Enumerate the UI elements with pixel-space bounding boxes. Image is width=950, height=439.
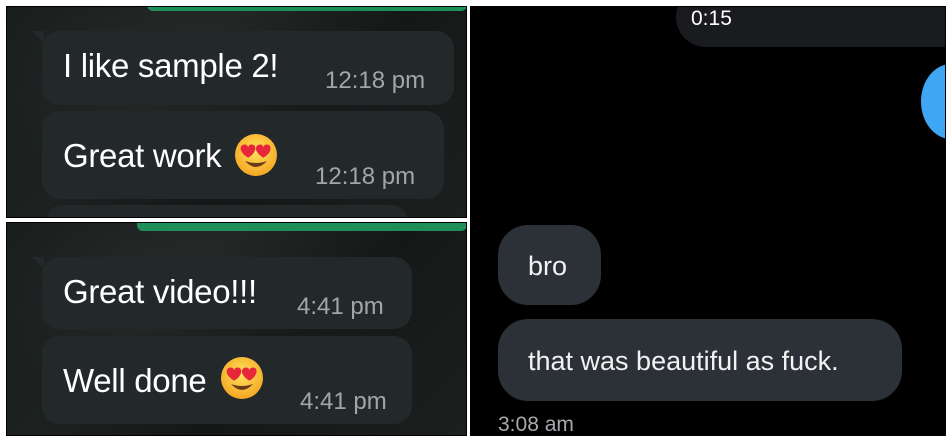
message-text: Well done (63, 362, 207, 399)
chat-panel-right: 0:15 bro that was beautiful as fuck. 3:0… (470, 6, 946, 436)
message-text: Great video!!! (63, 273, 257, 310)
message-bubble[interactable]: Great work 12:18 pm (42, 111, 444, 199)
message-time: 4:41 pm (297, 293, 384, 320)
avatar[interactable] (921, 64, 945, 139)
message-time: 3:08 am (498, 413, 574, 436)
message-time: 12:18 pm (325, 67, 426, 94)
heart-eyes-emoji-icon (221, 357, 263, 399)
chat-panel-top-left: I like sample 2! 12:18 pm Great work 12:… (6, 6, 467, 218)
heart-eyes-emoji-icon (235, 134, 277, 176)
message-bubble-partial (47, 205, 407, 217)
message-time: 12:18 pm (315, 163, 416, 190)
message-text: bro (528, 251, 568, 281)
outgoing-bubble-edge (147, 7, 466, 11)
message-text: Great work (63, 137, 222, 174)
message-bubble[interactable]: Well done 4:41 pm (42, 336, 412, 424)
message-text: I like sample 2! (63, 47, 279, 84)
message-bubble[interactable]: that was beautiful as fuck. (498, 319, 902, 401)
chat-panel-bottom-left: Great video!!! 4:41 pm Well done 4:41 pm (6, 222, 467, 436)
message-bubble[interactable]: Great video!!! 4:41 pm (32, 257, 412, 329)
voice-message-duration: 0:15 (691, 7, 732, 30)
message-bubble[interactable]: I like sample 2! 12:18 pm (32, 31, 454, 105)
message-time: 4:41 pm (300, 388, 387, 415)
message-text: that was beautiful as fuck. (528, 346, 839, 376)
message-bubble[interactable]: bro (498, 225, 601, 305)
outgoing-bubble-edge (137, 223, 466, 231)
